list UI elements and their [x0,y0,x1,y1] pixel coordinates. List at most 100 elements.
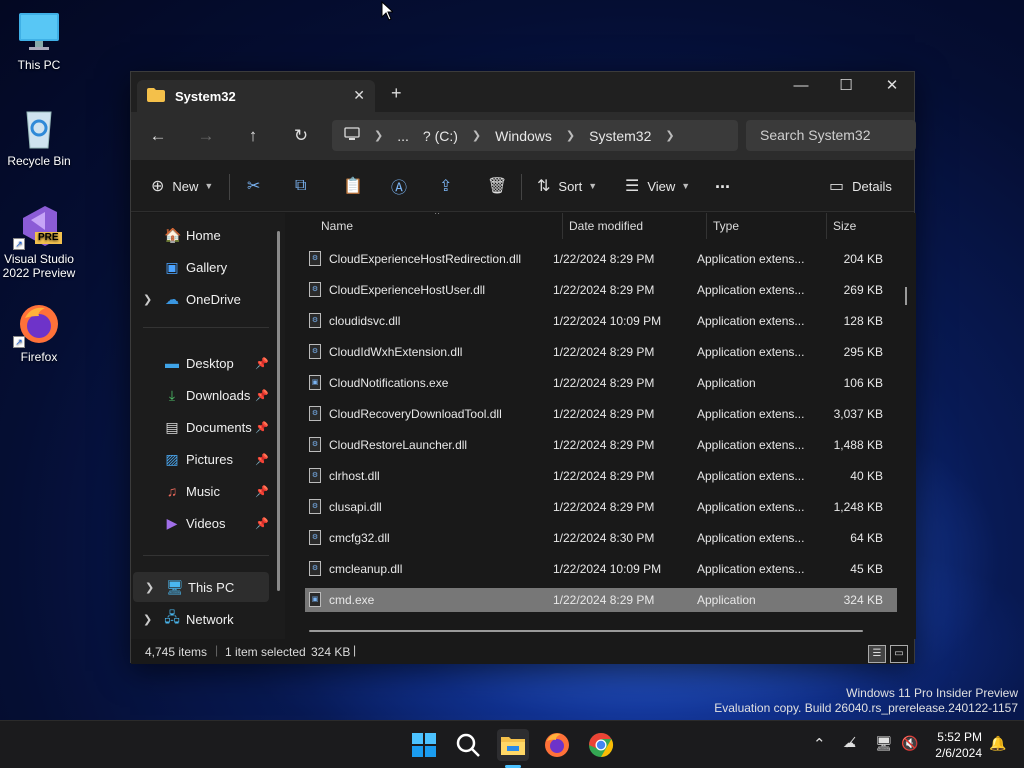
expand-chevron-icon[interactable]: ❯ [145,581,154,594]
table-row[interactable]: ▣ CloudNotifications.exe 1/22/2024 8:29 PM… [305,371,897,395]
new-tab-button[interactable]: + [391,84,402,102]
nav-item-downloads[interactable]: ⤓ Downloads 📌 [131,380,271,410]
computer-icon [344,127,360,144]
nav-item-home[interactable]: 🏠 Home [131,220,271,250]
share-button[interactable]: ⇪ [439,174,460,198]
pin-icon[interactable]: 📌 [255,357,269,370]
table-row[interactable]: ⚙ CloudRestoreLauncher.dll 1/22/2024 8:29 … [305,433,897,457]
chevron-right-icon[interactable]: ❯ [665,129,674,142]
table-row-partial [305,231,897,241]
table-row[interactable]: ⚙ cmcfg32.dll 1/22/2024 8:30 PM Application… [305,526,897,550]
pin-icon[interactable]: 📌 [255,389,269,402]
windows-logo-icon [412,733,436,757]
taskbar-firefox[interactable] [541,729,573,761]
minimize-button[interactable]: — [778,72,824,102]
nav-item-videos[interactable]: ▶ Videos 📌 [131,508,271,538]
desktop-icon-label: Visual Studio 2022 Preview [2,252,76,280]
breadcrumb-overflow[interactable]: ... [397,128,409,144]
watermark-build: Evaluation copy. Build 26040.rs_prerelea… [714,701,1018,715]
table-row[interactable]: ⚙ clrhost.dll 1/22/2024 8:29 PM Application… [305,464,897,488]
nav-item-documents[interactable]: ▤ Documents 📌 [131,412,271,442]
delete-button[interactable]: 🗑 [487,174,515,198]
pin-icon[interactable]: 📌 [255,485,269,498]
cut-button[interactable]: ✂ [247,174,268,198]
expand-chevron-icon[interactable]: ❯ [143,293,152,306]
details-pane-button[interactable]: ▭ Details [829,174,892,198]
notification-bell-icon[interactable]: 🔔 [989,735,1006,752]
nav-item-music[interactable]: ♫ Music 📌 [131,476,271,506]
nav-item-desktop[interactable]: ▬ Desktop 📌 [131,348,271,378]
desktop-folder-icon: ▬ [165,355,179,371]
horizontal-scrollbar[interactable] [309,630,863,632]
nav-item-pictures[interactable]: ▨ Pictures 📌 [131,444,271,474]
onedrive-offline-icon[interactable]: ☁̸ [843,735,856,751]
tab-system32[interactable]: System32 ✕ [137,80,375,112]
new-button[interactable]: ⊕ New ▼ [151,174,213,198]
more-options-button[interactable]: ... [715,170,730,194]
table-row[interactable]: ▣ cmd.exe 1/22/2024 8:29 PM Application 324 … [305,588,897,612]
table-row[interactable]: ⚙ CloudExperienceHostUser.dll 1/22/2024 8:… [305,278,897,302]
breadcrumb-system32[interactable]: System32 [589,128,651,144]
taskbar-chrome[interactable] [585,729,617,761]
breadcrumb-drive[interactable]: ? (C:) [423,128,458,144]
table-row[interactable]: ⚙ cloudidsvc.dll 1/22/2024 10:09 PM Applica… [305,309,897,333]
close-tab-icon[interactable]: ✕ [353,87,365,104]
details-view-button[interactable]: ☰ [868,645,886,663]
system-clock[interactable]: 5:52 PM 2/6/2024 [930,729,982,761]
pin-icon[interactable]: 📌 [255,453,269,466]
nav-scrollbar[interactable] [277,231,280,591]
file-type: Application extens... [697,438,805,452]
desktop-icon-firefox[interactable]: ↗ Firefox [1,302,77,364]
volume-muted-icon[interactable]: 🔇 [901,735,918,752]
selected-size: 324 KB [311,645,351,659]
file-size: 128 KB [843,314,883,328]
file-size: 204 KB [843,252,883,266]
vertical-scrollbar[interactable] [905,287,907,305]
table-row[interactable]: ⚙ CloudIdWxhExtension.dll 1/22/2024 8:29 P… [305,340,897,364]
desktop-icon-this-pc[interactable]: This PC [1,10,77,72]
desktop-icon-visual-studio[interactable]: PRE ↗ Visual Studio 2022 Preview [1,204,77,280]
network-icon[interactable]: 🖥 [875,735,893,752]
pin-icon[interactable]: 📌 [255,517,269,530]
copy-button[interactable]: ⧉ [295,174,314,198]
table-row[interactable]: ⚙ cmcleanup.dll 1/22/2024 10:09 PM Applicat… [305,557,897,581]
breadcrumb-windows[interactable]: Windows [495,128,552,144]
view-button[interactable]: ☰ View ▼ [625,174,690,198]
file-date: 1/22/2024 8:29 PM [553,252,655,266]
refresh-button[interactable]: ↻ [286,122,316,150]
table-row[interactable]: ⚙ CloudExperienceHostRedirection.dll 1/22/… [305,247,897,271]
visual-studio-icon: PRE ↗ [13,204,62,250]
up-button[interactable]: ↑ [238,122,268,150]
chevron-down-icon: ▼ [681,181,691,191]
sort-caret-icon: ^ [435,213,440,219]
file-size: 40 KB [850,469,883,483]
tray-overflow-chevron-icon[interactable]: ⌃ [813,735,826,753]
taskbar-file-explorer[interactable] [497,729,529,768]
paste-button[interactable]: 📋 [343,174,371,198]
expand-chevron-icon[interactable]: ❯ [143,613,152,626]
rename-button[interactable]: Ⓐ [391,174,415,198]
nav-item-network[interactable]: ❯ 🖧 Network [131,604,271,634]
desktop-icon-recycle-bin[interactable]: Recycle Bin [1,106,77,168]
tiles-view-button[interactable]: ▭ [890,645,908,663]
address-bar[interactable]: ❯ ... ? (C:) ❯ Windows ❯ System32 ❯ [332,120,738,151]
forward-button[interactable]: → [191,122,221,150]
trash-icon: 🗑 [487,178,508,195]
close-window-button[interactable]: ✕ [869,72,915,102]
file-type: Application extens... [697,314,805,328]
share-icon: ⇪ [439,178,453,195]
back-button[interactable]: ← [143,122,173,150]
table-row[interactable]: ⚙ CloudRecoveryDownloadTool.dll 1/22/2024 … [305,402,897,426]
maximize-button[interactable]: ☐ [823,72,869,102]
file-name: cmcleanup.dll [329,562,403,576]
sort-button[interactable]: ⇅ Sort ▼ [537,174,597,198]
nav-divider [143,327,269,328]
nav-item-gallery[interactable]: ▣ Gallery [131,252,271,282]
start-button[interactable] [408,729,440,761]
search-button[interactable] [452,729,484,761]
nav-item-this-pc[interactable]: ❯ 🖥 This PC [133,572,269,602]
search-input[interactable]: Search System32 [746,120,916,151]
table-row[interactable]: ⚙ clusapi.dll 1/22/2024 8:29 PM Application… [305,495,897,519]
pin-icon[interactable]: 📌 [255,421,269,434]
nav-item-onedrive[interactable]: ❯ ☁ OneDrive [131,284,271,314]
